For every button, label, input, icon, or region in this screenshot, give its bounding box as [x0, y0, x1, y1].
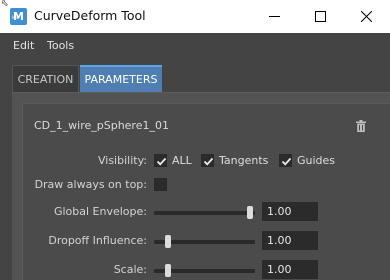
- title-bar: ⬁ M MS CurveDeform Tool: [0, 0, 390, 33]
- menu-bar: Edit Tools: [0, 33, 390, 58]
- dropoff-influence-label: Dropoff Influence:: [48, 234, 147, 247]
- maximize-button[interactable]: [298, 0, 344, 33]
- checkbox-all[interactable]: [154, 154, 167, 167]
- trash-icon: [356, 120, 366, 132]
- global-envelope-field[interactable]: 1.00: [262, 202, 318, 221]
- window-title: CurveDeform Tool: [34, 8, 146, 23]
- visibility-label: Visibility:: [97, 154, 147, 167]
- checkbox-tangents-label: Tangents: [219, 154, 269, 167]
- check-icon: [156, 157, 167, 166]
- dropoff-influence-slider-handle[interactable]: [165, 235, 171, 248]
- scale-field[interactable]: 1.00: [262, 260, 318, 279]
- check-icon: [281, 157, 292, 166]
- resize-corner-icon: ⬁: [1, 0, 9, 9]
- minimize-button[interactable]: [252, 0, 298, 33]
- delete-node-button[interactable]: [356, 120, 366, 135]
- scale-label: Scale:: [113, 263, 147, 276]
- global-envelope-label: Global Envelope:: [53, 205, 147, 218]
- checkbox-tangents[interactable]: [201, 154, 214, 167]
- maximize-icon: [315, 11, 326, 22]
- app-icon: M MS: [10, 8, 27, 25]
- checkbox-guides[interactable]: [279, 154, 292, 167]
- node-frame: CD_1_wire_pSphere1_01 Visibility: ALL Ta…: [22, 103, 390, 280]
- close-button[interactable]: [344, 0, 390, 33]
- checkbox-guides-label: Guides: [297, 154, 336, 167]
- check-icon: [203, 157, 214, 166]
- app-icon-sublabel: MS: [12, 15, 18, 20]
- draw-on-top-label: Draw always on top:: [34, 178, 147, 191]
- tab-creation-label: CREATION: [17, 73, 74, 86]
- global-envelope-slider-handle[interactable]: [247, 206, 253, 219]
- global-envelope-slider-track[interactable]: [154, 211, 255, 215]
- parameters-panel: CD_1_wire_pSphere1_01 Visibility: ALL Ta…: [12, 92, 390, 280]
- menu-tools[interactable]: Tools: [47, 39, 74, 52]
- minimize-icon: [269, 16, 280, 17]
- close-icon: [361, 11, 372, 22]
- dropoff-influence-field[interactable]: 1.00: [262, 231, 318, 250]
- tab-parameters[interactable]: PARAMETERS: [80, 65, 162, 92]
- checkbox-draw-on-top[interactable]: [154, 178, 167, 191]
- checkbox-all-label: ALL: [172, 154, 192, 167]
- node-name: CD_1_wire_pSphere1_01: [34, 119, 169, 132]
- menu-edit[interactable]: Edit: [13, 39, 34, 52]
- tab-creation[interactable]: CREATION: [12, 65, 79, 92]
- tab-parameters-label: PARAMETERS: [84, 73, 158, 86]
- scale-slider-handle[interactable]: [165, 264, 171, 277]
